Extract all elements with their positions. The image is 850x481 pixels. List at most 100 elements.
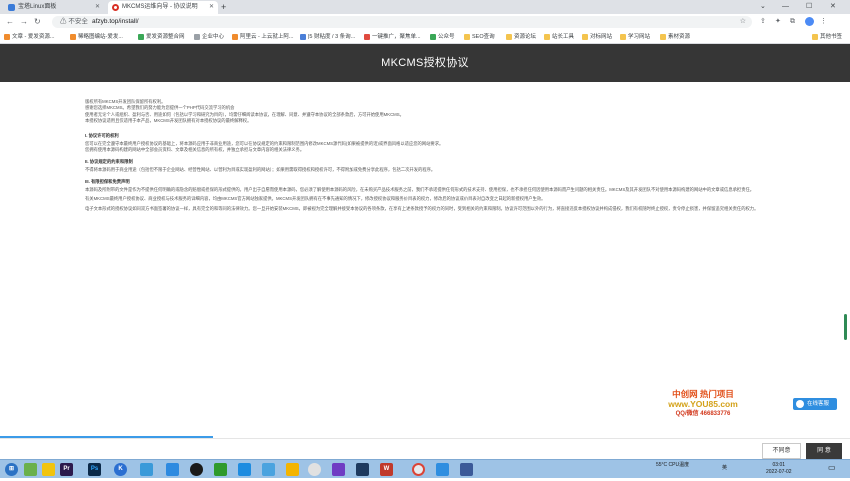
watermark-line: 中创网 热门项目	[672, 389, 734, 399]
baidu-netdisk-icon[interactable]	[166, 463, 179, 476]
app-icon[interactable]	[140, 463, 153, 476]
start-button[interactable]: ⊞	[5, 463, 18, 476]
app-icon[interactable]	[436, 463, 449, 476]
agree-button[interactable]: 同 意	[806, 443, 842, 459]
section-heading: III. 有限担保和免责声明	[85, 178, 130, 184]
watermark: 中创网 热门项目 www.YOU85.com QQ/微信 466833776	[648, 389, 758, 419]
bookmarks-bar: 文章 - 爱发资源... 稀略图编站-爱发... 爱发资源整合网 企业中心 阿里…	[0, 30, 850, 44]
tab-mkcms-install[interactable]: MKCMS运维向导 - 协议说明 ✕	[108, 1, 218, 14]
bookmark-item[interactable]: 阿里云 - 上云就上阿...	[232, 30, 293, 44]
tab-title: MKCMS运维向导 - 协议说明	[122, 4, 198, 10]
profile-avatar[interactable]	[805, 17, 814, 26]
bookmark-folder[interactable]: 学习网站	[620, 30, 650, 44]
bookmark-folder[interactable]: SEO查询	[464, 30, 495, 44]
online-service-label: 在线客服	[807, 401, 830, 407]
chat-icon	[796, 400, 804, 408]
bookmark-item[interactable]: 稀略图编站-爱发...	[70, 30, 123, 44]
watermark-line: QQ/微信 466833776	[675, 411, 731, 417]
maximize-icon[interactable]: ☐	[806, 0, 812, 14]
tab-baota-panel[interactable]: 宝塔Linux面板 ✕	[4, 1, 104, 14]
bookmark-folder[interactable]: 素材资源	[660, 30, 690, 44]
url-field[interactable]: ⚠ 不安全 afzyb.top/install/ ☆	[52, 16, 752, 28]
tab-strip: 宝塔Linux面板 ✕ MKCMS运维向导 - 协议说明 ✕ + ⌄ — ☐ ✕	[0, 0, 850, 14]
section-paragraph: 本源码及所附带的文件是作为不提供任何明确的或隐含的赔偿或担保的形式提供的。用户出…	[85, 187, 755, 193]
app-icon[interactable]	[42, 463, 55, 476]
folder-icon	[582, 34, 588, 40]
browser-menu-icon[interactable]: ⋮	[820, 16, 827, 28]
bookmark-item[interactable]: 爱发资源整合网	[138, 30, 185, 44]
app-icon[interactable]	[332, 463, 345, 476]
security-warning[interactable]: ⚠ 不安全	[60, 16, 88, 28]
folder-icon	[620, 34, 626, 40]
decline-button[interactable]: 不同意	[762, 443, 801, 459]
bookmark-favicon-icon	[300, 34, 306, 40]
extensions-puzzle-icon[interactable]: ⧉	[790, 16, 795, 28]
app-icon[interactable]	[24, 463, 37, 476]
app-icon[interactable]: K	[114, 463, 127, 476]
window-close-icon[interactable]: ✕	[830, 0, 836, 14]
forward-icon[interactable]: →	[20, 16, 28, 28]
chrome-icon[interactable]	[412, 463, 425, 476]
app-icon[interactable]	[262, 463, 275, 476]
mkcms-favicon-icon	[112, 4, 119, 11]
bookmark-item[interactable]: 企业中心	[194, 30, 224, 44]
bookmark-favicon-icon	[364, 34, 370, 40]
address-bar: ← → ↻ ⚠ 不安全 afzyb.top/install/ ☆ ⇪ ✦ ⧉ ⋮	[0, 14, 850, 30]
section-paragraph: 电子文本形式的授权协议如同双方书面签署的协议一样，具有完全的和等同的法律效力。您…	[85, 205, 759, 211]
app-icon[interactable]	[460, 463, 473, 476]
bookmark-item[interactable]: 一键推广，聚焦单...	[364, 30, 421, 44]
wps-icon[interactable]: W	[380, 463, 393, 476]
taskbar: ⊞ Pr Ps K W 55°C CPU温度 英 03:01 2022-07-0…	[0, 459, 850, 478]
tab-search-icon[interactable]: ⌄	[760, 0, 766, 14]
bookmark-favicon-icon	[138, 34, 144, 40]
bookmark-favicon-icon	[232, 34, 238, 40]
reload-icon[interactable]: ↻	[34, 16, 41, 28]
premiere-icon[interactable]: Pr	[60, 463, 73, 476]
folder-icon	[544, 34, 550, 40]
folder-icon	[506, 34, 512, 40]
agreement-text: 版权所有MKCMS开发团队保留所有权利。 感谢您选择MKCMS。希望我们的努力能…	[85, 99, 765, 212]
wechat-icon[interactable]	[214, 463, 227, 476]
share-icon[interactable]: ⇪	[760, 16, 766, 28]
bookmark-star-icon[interactable]: ☆	[740, 16, 746, 28]
section-heading: I. 协议许可的权利	[85, 132, 119, 138]
new-tab-button[interactable]: +	[221, 0, 226, 14]
bookmark-item[interactable]: 文章 - 爱发资源...	[4, 30, 54, 44]
app-icon[interactable]	[356, 463, 369, 476]
folder-icon	[464, 34, 470, 40]
photoshop-icon[interactable]: Ps	[88, 463, 101, 476]
clock[interactable]: 03:01 2022-07-02	[766, 462, 792, 476]
baota-favicon-icon	[8, 4, 15, 11]
input-method-indicator[interactable]: 英	[722, 465, 727, 472]
app-icon[interactable]	[238, 463, 251, 476]
bookmark-folder[interactable]: 站长工具	[544, 30, 574, 44]
bookmark-item[interactable]: |5 财粘度 / 3 条询...	[300, 30, 355, 44]
app-icon[interactable]	[308, 463, 321, 476]
online-service-button[interactable]: 在线客服	[793, 398, 837, 410]
close-icon[interactable]: ✕	[209, 1, 214, 14]
minimize-icon[interactable]: —	[782, 0, 789, 14]
explorer-icon[interactable]	[286, 463, 299, 476]
weather-status[interactable]: 55°C CPU温度	[656, 462, 689, 469]
back-icon[interactable]: ←	[6, 16, 14, 28]
section-paragraph: 您拥有使用本源码构建的网站中全部会员资料、文章及相关信息的所有权，并独立承担与文…	[85, 147, 305, 153]
qq-icon[interactable]	[190, 463, 203, 476]
page-title: MKCMS授权协议	[0, 44, 850, 82]
bookmark-item[interactable]: 公众号	[430, 30, 455, 44]
close-icon[interactable]: ✕	[95, 1, 100, 14]
folder-icon	[660, 34, 666, 40]
notification-icon[interactable]: ▭	[828, 464, 836, 472]
url-text: afzyb.top/install/	[92, 18, 139, 25]
clock-time: 03:01	[772, 462, 786, 468]
section-heading: II. 协议规定的约束和限制	[85, 158, 133, 164]
extension-icon[interactable]: ✦	[775, 16, 781, 28]
other-bookmarks[interactable]: 其他书签	[812, 30, 842, 44]
section-paragraph: 不得将本源码用于商业用途（包括但不限于企业网站、经营性网站、以营利为目或实现盈利…	[85, 167, 436, 173]
bookmark-folder[interactable]: 资源论坛	[506, 30, 536, 44]
clock-date: 2022-07-02	[766, 469, 792, 475]
bookmark-favicon-icon	[194, 34, 200, 40]
watermark-line: www.YOU85.com	[668, 399, 738, 409]
scrollbar-thumb[interactable]	[844, 314, 847, 340]
security-label: 不安全	[68, 18, 88, 25]
bookmark-folder[interactable]: 对标网站	[582, 30, 612, 44]
